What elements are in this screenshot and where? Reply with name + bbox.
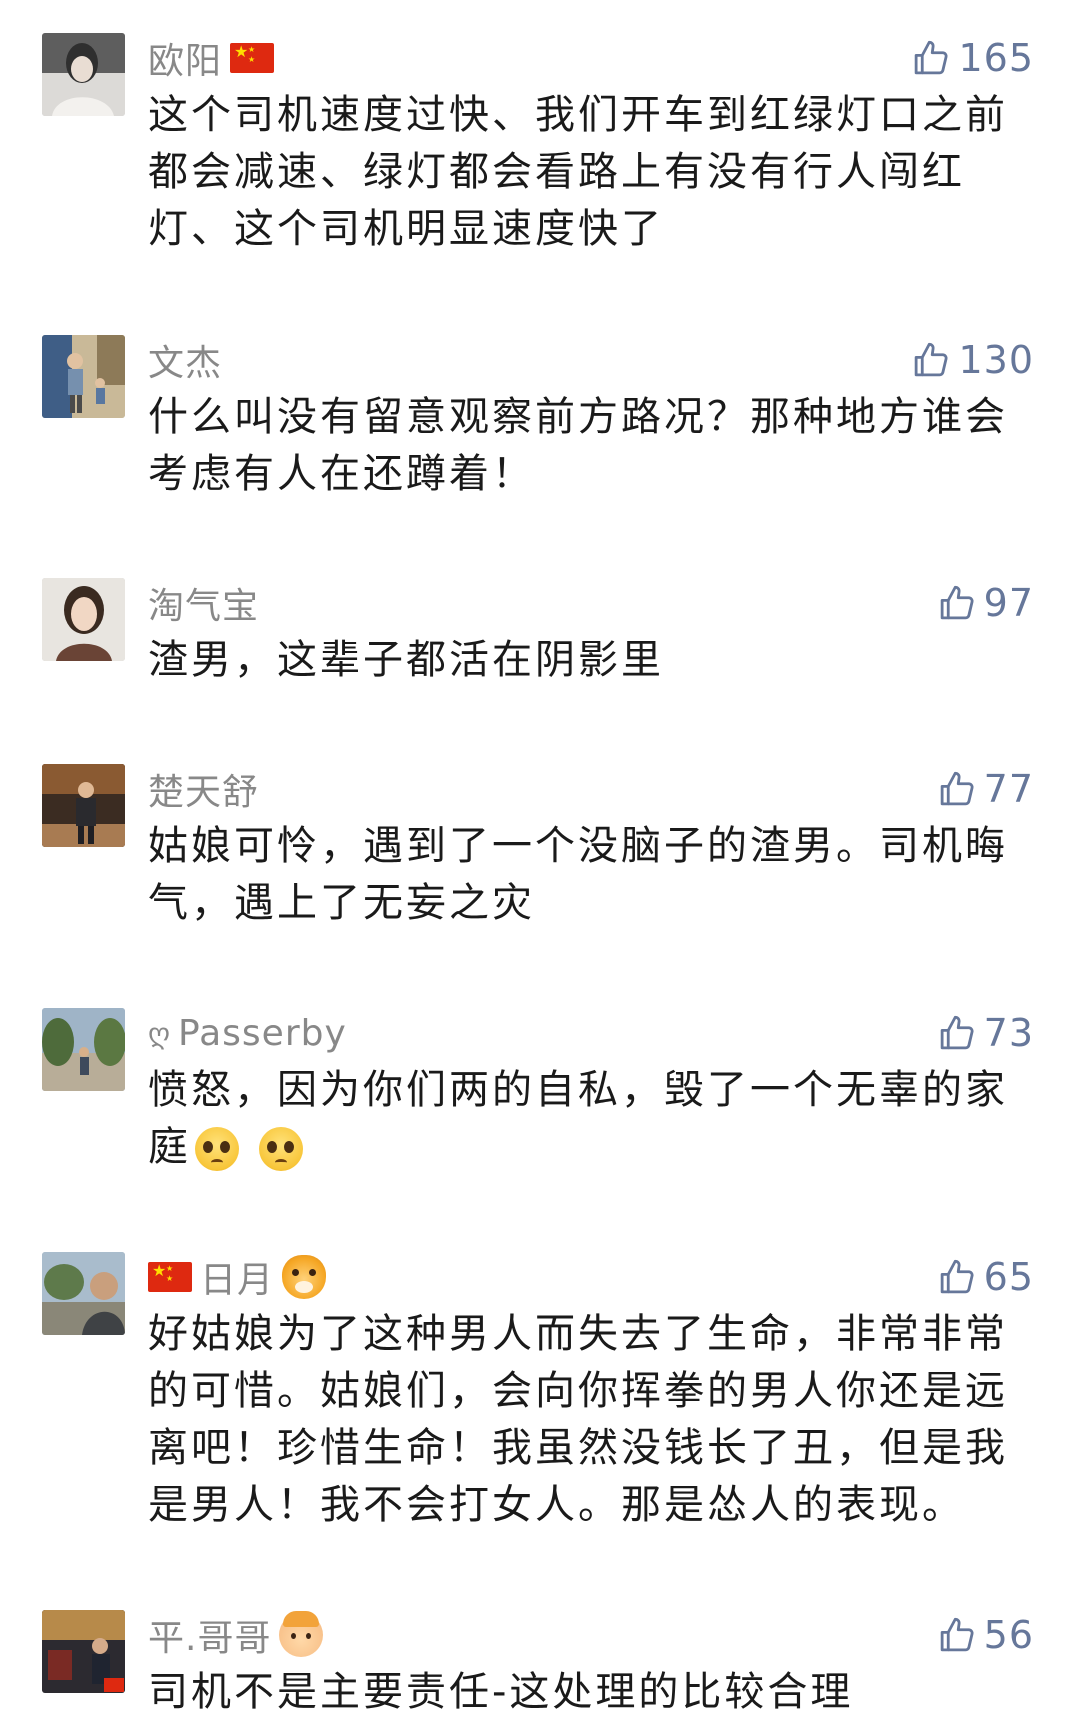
china-flag-icon xyxy=(230,41,275,73)
thumbs-up-icon xyxy=(915,342,949,377)
username[interactable]: 日月 xyxy=(200,1251,274,1303)
boy-face-icon xyxy=(279,1611,324,1657)
like-button[interactable]: 65 xyxy=(936,1252,1034,1302)
comment-text: 姑娘可怜，遇到了一个没脑子的渣男。司机晦气，遇上了无妄之灾 xyxy=(148,823,1008,926)
comment-text: 司机不是主要责任-这处理的比较合理 xyxy=(148,1669,854,1715)
like-count: 165 xyxy=(958,36,1034,80)
comment-text: 好姑娘为了这种男人而失去了生命，非常非常的可惜。姑娘们，会向你挥拳的男人你还是远… xyxy=(148,1311,1008,1528)
like-count: 56 xyxy=(983,1613,1034,1657)
username[interactable]: 欧阳 xyxy=(148,32,222,84)
like-button[interactable]: 130 xyxy=(910,335,1034,385)
like-count: 65 xyxy=(983,1255,1034,1299)
username[interactable]: Passerby xyxy=(178,1013,347,1054)
avatar[interactable] xyxy=(42,578,125,661)
thumbs-up-icon xyxy=(940,1617,974,1652)
thumbs-up-icon xyxy=(940,1259,974,1294)
like-count: 97 xyxy=(983,581,1034,625)
username-row: 文杰 xyxy=(148,335,222,385)
username-row: 日月 xyxy=(148,1251,327,1303)
like-count: 73 xyxy=(983,1011,1034,1055)
comment-text: 愤怒，因为你们两的自私，毁了一个无辜的家庭 xyxy=(148,1062,1030,1176)
like-button[interactable]: 56 xyxy=(936,1610,1034,1660)
thumbs-up-icon xyxy=(915,40,949,75)
like-button[interactable]: 73 xyxy=(936,1008,1034,1058)
comment-text: 这个司机速度过快、我们开车到红绿灯口之前都会减速、绿灯都会看路上有没有行人闯红灯… xyxy=(148,92,1008,252)
avatar[interactable] xyxy=(42,1610,125,1693)
username[interactable]: 淘气宝 xyxy=(148,577,259,629)
like-button[interactable]: 97 xyxy=(936,578,1034,628)
like-count: 130 xyxy=(958,338,1034,382)
avatar[interactable] xyxy=(42,1252,125,1335)
username[interactable]: 楚天舒 xyxy=(148,763,259,815)
thumbs-up-icon xyxy=(940,1015,974,1050)
avatar[interactable] xyxy=(42,764,125,847)
tiger-face-icon xyxy=(282,1255,327,1299)
username-row: 淘气宝 xyxy=(148,578,259,628)
comment-text: 什么叫没有留意观察前方路况？那种地方谁会考虑有人在还蹲着！ xyxy=(148,394,1008,497)
pleading-face-icon xyxy=(258,1127,303,1171)
avatar[interactable] xyxy=(42,335,125,418)
username-row: ღ Passerby xyxy=(148,1008,347,1058)
china-flag-icon xyxy=(148,1260,192,1292)
username-row: 楚天舒 xyxy=(148,764,259,814)
username-row: 平.哥哥 xyxy=(148,1609,324,1661)
like-count: 77 xyxy=(983,767,1034,811)
vinyl-symbol-icon: ღ xyxy=(148,1016,171,1050)
like-button[interactable]: 77 xyxy=(936,764,1034,814)
username[interactable]: 文杰 xyxy=(148,334,222,386)
username[interactable]: 平.哥哥 xyxy=(148,1609,271,1661)
avatar[interactable] xyxy=(42,1008,125,1091)
pleading-face-icon xyxy=(195,1127,239,1171)
comment-text: 渣男，这辈子都活在阴影里 xyxy=(148,637,664,683)
like-button[interactable]: 165 xyxy=(910,33,1034,83)
thumbs-up-icon xyxy=(940,771,974,806)
thumbs-up-icon xyxy=(940,585,974,620)
avatar[interactable] xyxy=(42,33,125,116)
username-row: 欧阳 xyxy=(148,32,275,84)
